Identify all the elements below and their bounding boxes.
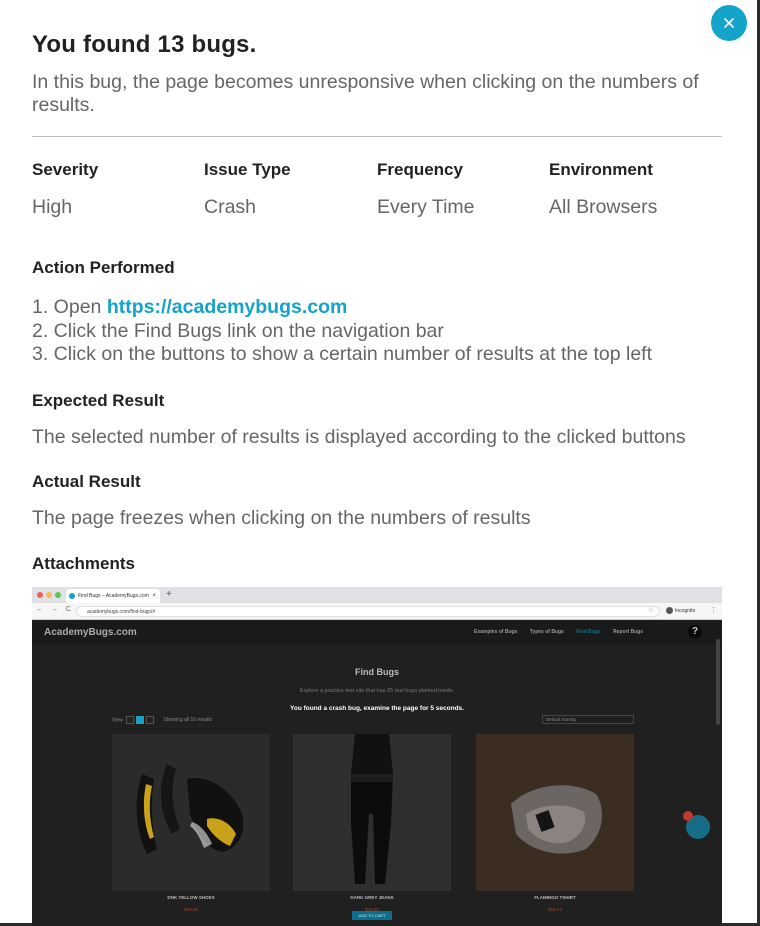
product-price: $18.74 <box>548 907 562 912</box>
site-menu-item: Report Bugs <box>613 629 644 635</box>
steps-list: 1. Open https://academybugs.com 2. Click… <box>32 296 652 367</box>
meta-label: Environment <box>549 160 653 179</box>
meta-value: High <box>32 196 73 218</box>
view-label: View <box>112 717 123 724</box>
meta-severity: Severity High <box>32 160 98 219</box>
screenshot-scrollbar <box>716 639 720 725</box>
sort-select: Default Sorting <box>542 715 634 724</box>
browser-tab-title: Find Bugs – AcademyBugs.com <box>78 593 149 599</box>
window-close-dot <box>37 592 43 598</box>
site-menu: Examples of Bugs Types of Bugs Find Bugs… <box>474 629 654 635</box>
notification-badge <box>683 811 693 821</box>
modal-title: You found 13 bugs. <box>32 31 257 58</box>
product-card-tshirt <box>476 734 634 891</box>
expected-result-text: The selected number of results is displa… <box>32 426 686 448</box>
attachment-screenshot[interactable]: Find Bugs – AcademyBugs.com × + ← → C ac… <box>32 587 722 926</box>
site-menu-item: Types of Bugs <box>529 629 564 635</box>
new-tab-icon: + <box>166 589 172 600</box>
meta-label: Severity <box>32 160 99 179</box>
shoes-image <box>112 734 270 891</box>
step-item: 1. Open https://academybugs.com <box>32 296 652 320</box>
expected-result-heading: Expected Result <box>32 391 165 410</box>
browser-tab: Find Bugs – AcademyBugs.com × <box>66 589 160 603</box>
incognito-icon <box>666 607 673 614</box>
step-item: 2. Click the Find Bugs link on the navig… <box>32 319 444 342</box>
actual-result-heading: Actual Result <box>32 472 141 491</box>
close-button[interactable] <box>711 5 747 41</box>
site-menu-item: Find Bugs <box>576 629 601 635</box>
incognito-label: Incognito <box>675 607 696 614</box>
product-name: FLAMINGO TSHIRT <box>534 895 576 900</box>
divider <box>32 136 722 137</box>
step-prefix: 1. Open <box>32 296 107 318</box>
browser-nav-icons: ← → C <box>36 606 74 613</box>
browser-menu-icon: ⋮ <box>710 607 717 614</box>
jeans-image <box>293 734 451 891</box>
step-item: 3. Click on the buttons to show a certai… <box>32 343 653 365</box>
find-bugs-title: Find Bugs <box>355 667 399 677</box>
meta-environment: Environment All Browsers <box>549 160 657 219</box>
window-maximize-dot <box>55 592 61 598</box>
browser-tabbar: Find Bugs – AcademyBugs.com × + <box>32 587 722 603</box>
meta-label: Frequency <box>377 160 463 179</box>
bookmark-star-icon: ☆ <box>648 607 655 614</box>
actual-result-text: The page freezes when clicking on the nu… <box>32 507 531 529</box>
site-menu-item: Examples of Bugs <box>474 629 518 635</box>
bug-details-modal: You found 13 bugs. In this bug, the page… <box>0 0 760 926</box>
results-label: Showing all 16 results <box>163 717 213 724</box>
meta-issue-type: Issue Type Crash <box>204 160 291 219</box>
academybugs-link[interactable]: https://academybugs.com <box>107 296 348 318</box>
crash-message: You found a crash bug, examine the page … <box>290 705 464 712</box>
action-performed-heading: Action Performed <box>32 258 175 277</box>
add-to-cart-button: ADD TO CART <box>352 911 392 920</box>
find-bugs-subtitle: Explore a practice test site that has 25… <box>299 688 455 694</box>
product-card-jeans <box>293 734 451 891</box>
site-header: AcademyBugs.com Examples of Bugs Types o… <box>32 621 722 645</box>
product-price: $40.00 <box>184 907 198 912</box>
view-pill <box>126 716 135 724</box>
favicon-icon <box>69 593 75 599</box>
tab-close-icon: × <box>152 593 156 599</box>
screenshot-page: AcademyBugs.com Examples of Bugs Types o… <box>32 621 722 926</box>
window-minimize-dot <box>46 592 52 598</box>
attachments-heading: Attachments <box>32 554 135 573</box>
product-card-shoes <box>112 734 270 891</box>
meta-value: All Browsers <box>549 196 658 218</box>
bug-summary: In this bug, the page becomes unresponsi… <box>32 71 699 116</box>
meta-value: Every Time <box>377 196 475 218</box>
view-pill <box>146 716 155 724</box>
tshirt-image <box>476 734 634 891</box>
close-icon <box>724 18 734 28</box>
meta-label: Issue Type <box>204 160 291 179</box>
view-pill <box>136 716 145 724</box>
product-name: DNK YELLOW SHOES <box>167 895 215 900</box>
meta-value: Crash <box>204 196 257 218</box>
help-icon: ? <box>688 625 702 639</box>
view-controls: View Showing all 16 results <box>112 716 212 724</box>
product-name: DARK GREY JEANS <box>350 895 394 900</box>
meta-frequency: Frequency Every Time <box>377 160 475 219</box>
browser-urlbar: ← → C academybugs.com/find-bugs/# ☆ Inco… <box>32 603 722 620</box>
site-logo: AcademyBugs.com <box>44 627 137 638</box>
browser-url: academybugs.com/find-bugs/# <box>76 606 660 617</box>
incognito-indicator: Incognito <box>666 607 695 614</box>
